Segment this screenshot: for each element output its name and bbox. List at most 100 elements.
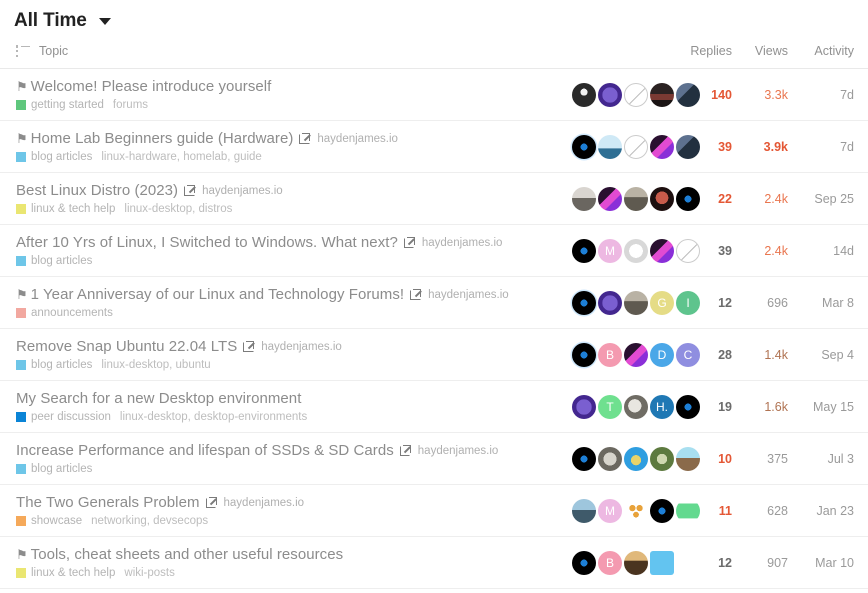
avatar-green-photo[interactable] [650, 446, 674, 471]
category-link[interactable]: announcements [31, 307, 113, 319]
category-link[interactable]: blog articles [31, 255, 92, 267]
avatar-letter-b[interactable]: B [598, 550, 622, 575]
table-row[interactable]: The Two Generals Problem haydenjames.io sh… [0, 484, 868, 537]
avatar-letter-b[interactable]: B [598, 342, 622, 367]
category-link[interactable]: getting started [31, 99, 104, 111]
avatar-hj-logo[interactable] [676, 186, 700, 211]
avatar-letter-t[interactable]: T [598, 394, 622, 419]
topic-title-link[interactable]: Welcome! Please introduce yourself [31, 78, 272, 95]
avatar-squirrel[interactable] [676, 446, 700, 471]
chevron-down-icon[interactable] [98, 17, 111, 25]
topic-title-link[interactable]: 1 Year Anniversay of our Linux and Techn… [31, 286, 404, 303]
topic-title-link[interactable]: Home Lab Beginners guide (Hardware) [31, 130, 294, 147]
avatar-anonymous[interactable] [624, 82, 648, 107]
avatar-letter-g[interactable]: G [650, 290, 674, 315]
column-header-views[interactable]: Views [746, 34, 804, 69]
external-link-icon[interactable] [299, 133, 311, 144]
avatar-purple-badge[interactable] [598, 290, 622, 315]
topic-tags[interactable]: linux-desktop, ubuntu [101, 359, 210, 371]
avatar-grey-photo[interactable] [572, 186, 596, 211]
avatar-hj-logo[interactable] [572, 238, 596, 263]
table-row[interactable]: My Search for a new Desktop environment p… [0, 380, 868, 433]
avatar-penguin[interactable] [572, 82, 596, 107]
category-link[interactable]: peer discussion [31, 411, 111, 423]
category-link[interactable]: blog articles [31, 359, 92, 371]
avatar-anonymous[interactable] [624, 134, 648, 159]
external-link-icon[interactable] [184, 185, 196, 196]
avatar-sloth[interactable] [598, 446, 622, 471]
external-link-icon[interactable] [410, 289, 422, 300]
avatar-letter-c[interactable]: C [676, 342, 700, 367]
avatar-dark-photo[interactable] [650, 82, 674, 107]
topic-title-link[interactable]: Tools, cheat sheets and other useful res… [31, 546, 343, 563]
avatar-letter-d[interactable]: D [650, 342, 674, 367]
topic-tags[interactable]: linux-desktop, desktop-environments [120, 411, 307, 423]
external-link-icon[interactable] [243, 341, 255, 352]
column-header-replies[interactable]: Replies [682, 34, 746, 69]
external-link-icon[interactable] [205, 497, 217, 508]
avatar-hj-logo[interactable] [650, 498, 674, 523]
avatar-blue-cartoon[interactable] [624, 446, 648, 471]
avatar-hj-logo[interactable] [572, 342, 596, 367]
avatar-hj-logo[interactable] [572, 550, 596, 575]
avatar-neon-pink[interactable] [650, 238, 674, 263]
column-header-activity[interactable]: Activity [804, 34, 868, 69]
avatar-hj-logo[interactable] [676, 394, 700, 419]
avatar-bearded-man[interactable] [624, 186, 648, 211]
topic-title-link[interactable]: Remove Snap Ubuntu 22.04 LTS [16, 338, 237, 355]
topic-tags[interactable]: linux-desktop, distros [124, 203, 232, 215]
category-link[interactable]: linux & tech help [31, 567, 115, 579]
avatar-green-pixel[interactable] [676, 498, 700, 523]
table-row[interactable]: ⚑ Welcome! Please introduce yourself getti… [0, 68, 868, 121]
topic-tags[interactable]: linux-hardware, homelab, guide [101, 151, 261, 163]
topic-title-link[interactable]: The Two Generals Problem [16, 494, 200, 511]
avatar-cartoon-man[interactable] [598, 134, 622, 159]
avatar-letter-m[interactable]: M [598, 498, 622, 523]
table-row[interactable]: Best Linux Distro (2023) haydenjames.io li… [0, 172, 868, 225]
topic-title-link[interactable]: After 10 Yrs of Linux, I Switched to Win… [16, 234, 398, 251]
avatar-dots[interactable] [624, 498, 648, 523]
avatar-blue-photo[interactable] [676, 134, 700, 159]
avatar-red-dark[interactable] [650, 186, 674, 211]
avatar-landscape[interactable] [572, 498, 596, 523]
avatar-neon-pink[interactable] [624, 342, 648, 367]
column-header-topic[interactable]: Topic [0, 34, 570, 69]
table-row[interactable]: ⚑ Tools, cheat sheets and other useful re… [0, 536, 868, 589]
avatar-sketch[interactable] [624, 238, 648, 263]
avatar-purple-badge[interactable] [572, 394, 596, 419]
avatar-letter-h[interactable]: H. [650, 394, 674, 419]
external-link-icon[interactable] [403, 237, 415, 248]
avatar-neon-pink[interactable] [650, 134, 674, 159]
avatar-anime[interactable] [624, 550, 648, 575]
avatar-hj-logo[interactable] [572, 290, 596, 315]
avatar-neon-pink[interactable] [598, 186, 622, 211]
table-row[interactable]: After 10 Yrs of Linux, I Switched to Win… [0, 224, 868, 277]
avatar-letter-i[interactable]: I [676, 290, 700, 315]
table-row[interactable]: ⚑ 1 Year Anniversay of our Linux and Tech… [0, 276, 868, 329]
avatar-hj-logo[interactable] [572, 446, 596, 471]
avatar-hj-logo[interactable] [572, 134, 596, 159]
topic-tags[interactable]: networking, devsecops [91, 515, 208, 527]
table-row[interactable]: ⚑ Home Lab Beginners guide (Hardware) hayd… [0, 120, 868, 173]
category-link[interactable]: blog articles [31, 151, 92, 163]
topic-title-link[interactable]: Increase Performance and lifespan of SSD… [16, 442, 394, 459]
topic-title-link[interactable]: Best Linux Distro (2023) [16, 182, 178, 199]
avatar-anonymous[interactable] [676, 238, 700, 263]
avatar-bearded-man[interactable] [624, 290, 648, 315]
avatar-blue-square[interactable] [650, 550, 674, 575]
table-row[interactable]: Increase Performance and lifespan of SSD… [0, 432, 868, 485]
avatar-blue-photo[interactable] [676, 82, 700, 107]
avatar-dog[interactable] [624, 394, 648, 419]
category-link[interactable]: blog articles [31, 463, 92, 475]
avatar-purple-badge[interactable] [598, 82, 622, 107]
category-link[interactable]: showcase [31, 515, 82, 527]
period-header[interactable]: All Time [0, 0, 868, 34]
avatar-letter-m[interactable]: M [598, 238, 622, 263]
table-row[interactable]: Remove Snap Ubuntu 22.04 LTS haydenjames.… [0, 328, 868, 381]
topic-tags[interactable]: forums [113, 99, 148, 111]
topic-title-line: ⚑ Home Lab Beginners guide (Hardware) hayd… [16, 130, 570, 147]
topic-tags[interactable]: wiki-posts [124, 567, 174, 579]
external-link-icon[interactable] [399, 445, 411, 456]
category-link[interactable]: linux & tech help [31, 203, 115, 215]
topic-title-link[interactable]: My Search for a new Desktop environment [16, 390, 301, 407]
